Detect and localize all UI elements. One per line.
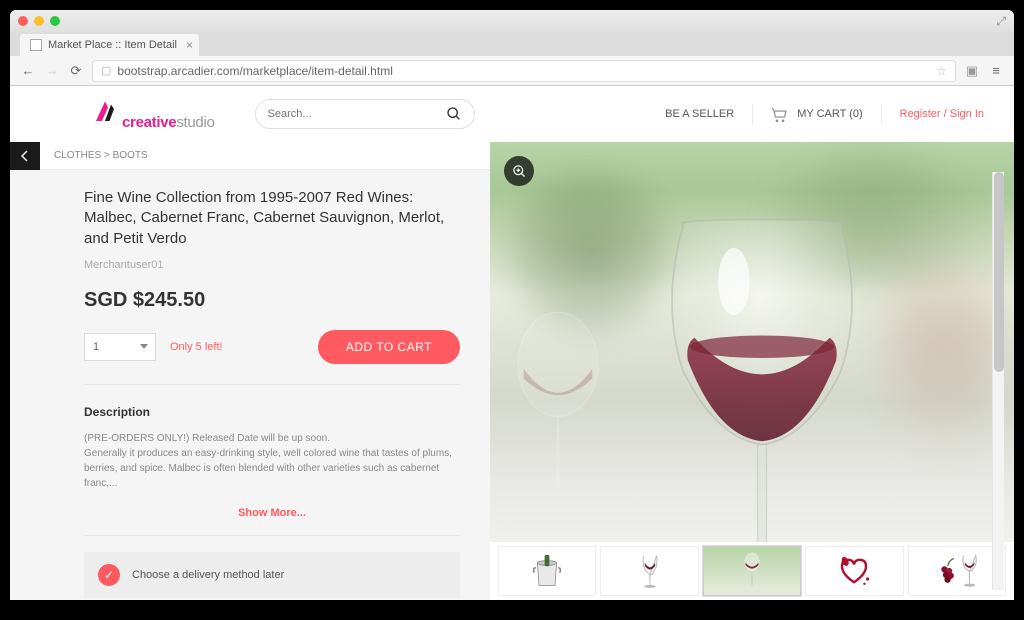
delivery-option-label: Choose a delivery method later <box>132 569 284 581</box>
search-box[interactable] <box>255 99 475 129</box>
product-price: SGD $245.50 <box>84 289 460 312</box>
thumbnail-1[interactable] <box>498 546 596 596</box>
site-header: creativestudio BE A SELLER MY CART (0) R… <box>10 86 1014 142</box>
back-icon[interactable]: ← <box>20 63 36 78</box>
register-signin-link[interactable]: Register / Sign In <box>900 108 984 120</box>
thumbnail-strip <box>490 542 1014 600</box>
url-text: bootstrap.arcadier.com/marketplace/item-… <box>117 64 392 78</box>
globe-icon: ▢ <box>101 64 111 77</box>
close-tab-icon[interactable]: × <box>186 38 193 52</box>
product-title: Fine Wine Collection from 1995-2007 Red … <box>84 188 460 249</box>
be-seller-link[interactable]: BE A SELLER <box>665 108 734 120</box>
page-content: creativestudio BE A SELLER MY CART (0) R… <box>10 86 1014 600</box>
check-circle-icon: ✓ <box>98 564 120 586</box>
delivery-option-bar[interactable]: ✓ Choose a delivery method later <box>84 552 460 598</box>
thumbnail-4[interactable] <box>805 546 903 596</box>
zoom-button[interactable] <box>504 156 534 186</box>
maximize-window-button[interactable] <box>50 16 60 26</box>
close-window-button[interactable] <box>18 16 28 26</box>
thumbnail-3[interactable] <box>703 546 801 596</box>
cart-label: MY CART (0) <box>797 108 862 120</box>
description-text: (PRE-ORDERS ONLY!) Released Date will be… <box>84 431 460 491</box>
wine-glass-bg <box>508 312 608 502</box>
thumbnail-2[interactable] <box>600 546 698 596</box>
breadcrumb[interactable]: CLOTHES > BOOTS <box>10 142 490 170</box>
zoom-in-icon <box>512 164 527 179</box>
merchant-name[interactable]: Merchantuser01 <box>84 259 460 271</box>
window-titlebar <box>10 10 1014 32</box>
product-details-panel: CLOTHES > BOOTS Fine Wine Collection fro… <box>10 142 490 600</box>
reload-icon[interactable]: ⟳ <box>68 63 84 79</box>
cart-icon <box>771 106 789 122</box>
url-field[interactable]: ▢ bootstrap.arcadier.com/marketplace/ite… <box>92 60 956 82</box>
description-heading: Description <box>84 405 460 419</box>
hero-image[interactable] <box>490 142 1014 542</box>
wine-glass-main <box>642 214 882 542</box>
fullscreen-icon[interactable]: ⤢ <box>996 14 1006 29</box>
cart-link[interactable]: MY CART (0) <box>771 106 862 122</box>
logo[interactable]: creativestudio <box>90 97 215 131</box>
page-icon <box>30 39 42 51</box>
minimize-window-button[interactable] <box>34 16 44 26</box>
gallery-panel <box>490 142 1014 600</box>
extension-icon[interactable]: ▣ <box>964 63 980 79</box>
search-icon[interactable] <box>446 106 462 122</box>
logo-icon <box>90 97 120 127</box>
logo-text-2: studio <box>176 114 214 131</box>
search-input[interactable] <box>268 108 446 120</box>
forward-icon[interactable]: → <box>44 63 60 78</box>
scrollbar-thumb[interactable] <box>994 172 1004 372</box>
tab-title: Market Place :: Item Detail <box>48 39 177 51</box>
browser-tab[interactable]: Market Place :: Item Detail × <box>20 34 199 56</box>
show-more-link[interactable]: Show More... <box>84 507 460 536</box>
address-bar: ← → ⟳ ▢ bootstrap.arcadier.com/marketpla… <box>10 56 1014 86</box>
add-to-cart-button[interactable]: ADD TO CART <box>318 330 460 364</box>
quantity-select[interactable]: 1 <box>84 333 156 361</box>
chevron-left-icon <box>21 150 29 162</box>
back-button[interactable] <box>10 142 40 170</box>
tab-bar: Market Place :: Item Detail × <box>10 32 1014 56</box>
browser-window: Market Place :: Item Detail × ← → ⟳ ▢ bo… <box>10 10 1014 86</box>
logo-text-1: creative <box>122 114 176 131</box>
stock-warning: Only 5 left! <box>170 341 223 353</box>
bookmark-star-icon[interactable]: ☆ <box>936 64 947 78</box>
menu-icon[interactable]: ≡ <box>988 63 1004 78</box>
vertical-scrollbar[interactable] <box>992 172 1004 590</box>
